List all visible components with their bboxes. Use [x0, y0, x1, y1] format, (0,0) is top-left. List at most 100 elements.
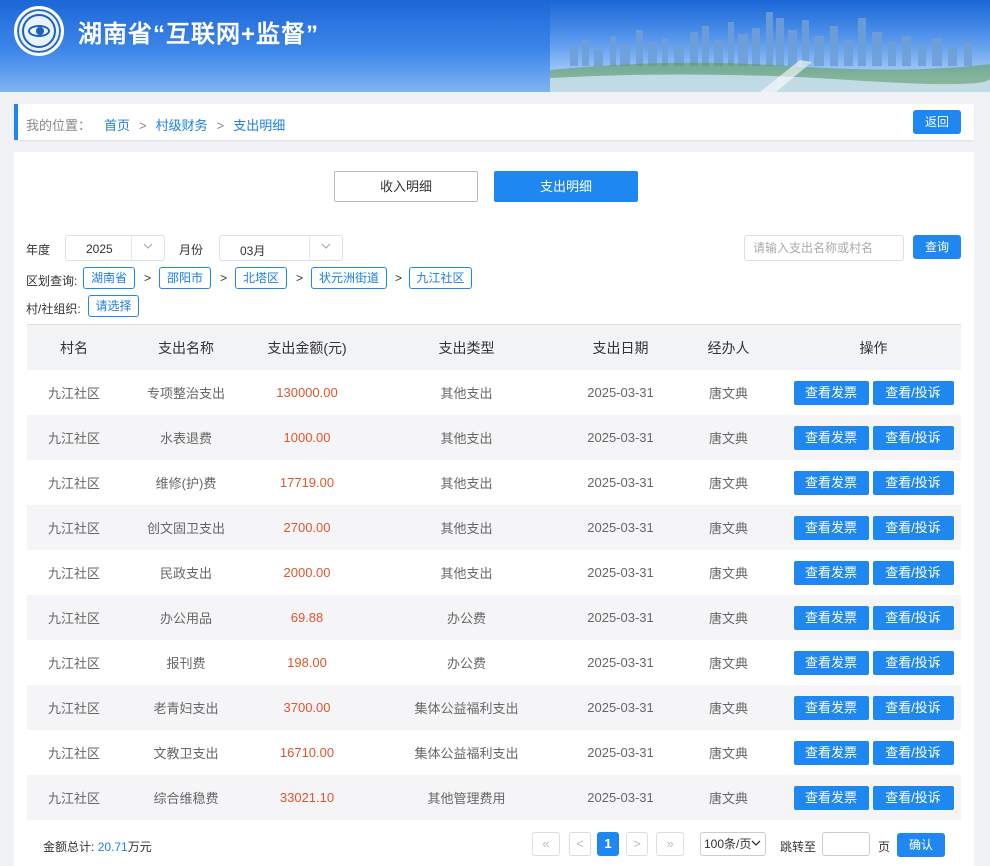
expense-name: 维修(护)费: [155, 476, 217, 491]
month-value: 03月: [240, 244, 266, 258]
column-header: 经办人: [707, 339, 750, 356]
region-community-tag[interactable]: 九江社区: [409, 267, 472, 289]
back-button[interactable]: 返回: [913, 110, 961, 134]
column-header: 村名: [60, 339, 88, 356]
table-row: 九江社区 老青妇支出 3700.00 集体公益福利支出 2025-03-31 唐文典 查看发…: [27, 685, 961, 730]
tab-income-detail[interactable]: 收入明细: [334, 171, 478, 202]
expense-date: 2025-03-31: [587, 655, 654, 670]
tab-expense-detail[interactable]: 支出明细: [494, 171, 638, 202]
row-actions: 查看发票 查看/投诉: [786, 505, 961, 550]
view-invoice-button[interactable]: 查看发票: [793, 425, 869, 450]
table-row: 九江社区 专项整治支出 130000.00 其他支出 2025-03-31 唐文典 查看发票…: [27, 370, 961, 415]
view-complain-button[interactable]: 查看/投诉: [872, 740, 954, 765]
village-name: 九江社区: [47, 611, 100, 626]
breadcrumb-bar: 我的位置： 首页 > 村级财务 > 支出明细 返回: [14, 104, 974, 140]
view-complain-button[interactable]: 查看/投诉: [872, 380, 954, 405]
row-actions: 查看发票 查看/投诉: [786, 415, 961, 460]
page-unit-label: 页: [878, 840, 891, 854]
expense-type: 办公费: [446, 611, 486, 626]
view-complain-button[interactable]: 查看/投诉: [872, 605, 954, 630]
region-province-tag[interactable]: 湖南省: [83, 267, 135, 289]
expense-date: 2025-03-31: [587, 385, 654, 400]
region-arrow: >: [144, 271, 152, 285]
view-invoice-button[interactable]: 查看发票: [793, 785, 869, 810]
prev-page-button[interactable]: <: [569, 832, 591, 856]
view-complain-button[interactable]: 查看/投诉: [872, 785, 954, 810]
next-page-button[interactable]: >: [626, 832, 648, 856]
row-actions: 查看发票 查看/投诉: [786, 640, 961, 685]
view-complain-button[interactable]: 查看/投诉: [872, 560, 954, 585]
amount-total: 金额总计: 20.71万元: [43, 838, 152, 855]
view-complain-button[interactable]: 查看/投诉: [872, 515, 954, 540]
last-page-button[interactable]: »: [656, 832, 684, 856]
page-1-button[interactable]: 1: [597, 832, 619, 856]
expense-amount: 2700.00: [283, 520, 331, 535]
view-invoice-button[interactable]: 查看发票: [793, 560, 869, 585]
village-name: 九江社区: [47, 656, 100, 671]
expense-name: 创文固卫支出: [146, 521, 225, 536]
view-invoice-button[interactable]: 查看发票: [793, 380, 869, 405]
view-invoice-button[interactable]: 查看发票: [793, 605, 869, 630]
expense-date: 2025-03-31: [587, 475, 654, 490]
column-header: 支出名称: [158, 339, 214, 356]
expense-name: 水表退费: [159, 431, 212, 446]
region-district-tag[interactable]: 北塔区: [235, 267, 287, 289]
expense-type: 其他支出: [440, 566, 493, 581]
org-select-tag[interactable]: 请选择: [88, 295, 139, 317]
search-input[interactable]: 请输入支出名称或村名: [744, 235, 904, 261]
expense-name: 专项整治支出: [146, 386, 225, 401]
expense-date: 2025-03-31: [587, 520, 654, 535]
expense-type: 集体公益福利支出: [414, 701, 519, 716]
expense-date: 2025-03-31: [587, 565, 654, 580]
first-page-button[interactable]: «: [532, 832, 560, 856]
page-size-select[interactable]: 100条/页: [700, 832, 766, 856]
village-name: 九江社区: [47, 746, 100, 761]
village-name: 九江社区: [47, 386, 100, 401]
row-actions: 查看发票 查看/投诉: [786, 730, 961, 775]
expense-amount: 16710.00: [279, 745, 335, 760]
jump-page-input[interactable]: [822, 832, 870, 856]
view-invoice-button[interactable]: 查看发票: [793, 740, 869, 765]
region-city-tag[interactable]: 邵阳市: [159, 267, 211, 289]
view-invoice-button[interactable]: 查看发票: [793, 695, 869, 720]
row-actions: 查看发票 查看/投诉: [786, 460, 961, 505]
expense-amount: 3700.00: [283, 700, 331, 715]
column-header: 支出类型: [438, 339, 495, 356]
region-street-tag[interactable]: 状元洲街道: [311, 267, 387, 289]
expense-name: 文教卫支出: [153, 746, 219, 761]
breadcrumb-separator: >: [139, 118, 147, 133]
view-invoice-button[interactable]: 查看发票: [793, 470, 869, 495]
expense-amount: 2000.00: [283, 565, 331, 580]
handler-name: 唐文典: [708, 701, 748, 716]
row-actions: 查看发票 查看/投诉: [786, 775, 961, 820]
site-logo: [14, 6, 64, 56]
handler-name: 唐文典: [708, 656, 748, 671]
handler-name: 唐文典: [708, 791, 748, 806]
breadcrumb-current[interactable]: 支出明细: [233, 118, 285, 133]
year-select[interactable]: 2025: [65, 235, 165, 261]
breadcrumb-home-link[interactable]: 首页: [104, 118, 130, 133]
handler-name: 唐文典: [708, 431, 748, 446]
city-skyline-image: [550, 0, 990, 92]
breadcrumb-separator: >: [216, 118, 225, 133]
month-select[interactable]: 03月: [219, 235, 343, 261]
table-row: 九江社区 文教卫支出 16710.00 集体公益福利支出 2025-03-31 唐文典 查看…: [27, 730, 961, 775]
view-complain-button[interactable]: 查看/投诉: [872, 425, 954, 450]
village-name: 九江社区: [47, 431, 100, 446]
view-complain-button[interactable]: 查看/投诉: [872, 650, 954, 675]
view-complain-button[interactable]: 查看/投诉: [872, 470, 954, 495]
village-name: 九江社区: [47, 791, 100, 806]
handler-name: 唐文典: [708, 521, 748, 536]
view-complain-button[interactable]: 查看/投诉: [872, 695, 954, 720]
view-invoice-button[interactable]: 查看发票: [793, 515, 869, 540]
year-label: 年度: [26, 243, 51, 257]
site-title: 湖南省“互联网+监督”: [78, 21, 320, 48]
expense-type: 其他支出: [440, 431, 493, 446]
confirm-button[interactable]: 确认: [897, 833, 945, 857]
table-row: 九江社区 水表退费 1000.00 其他支出 2025-03-31 唐文典 查看发票 查看/投…: [27, 415, 961, 460]
query-button[interactable]: 查询: [913, 235, 961, 259]
view-invoice-button[interactable]: 查看发票: [793, 650, 869, 675]
expense-name: 报刊费: [166, 656, 206, 671]
handler-name: 唐文典: [708, 386, 748, 401]
breadcrumb-finance-link[interactable]: 村级财务: [156, 118, 208, 133]
